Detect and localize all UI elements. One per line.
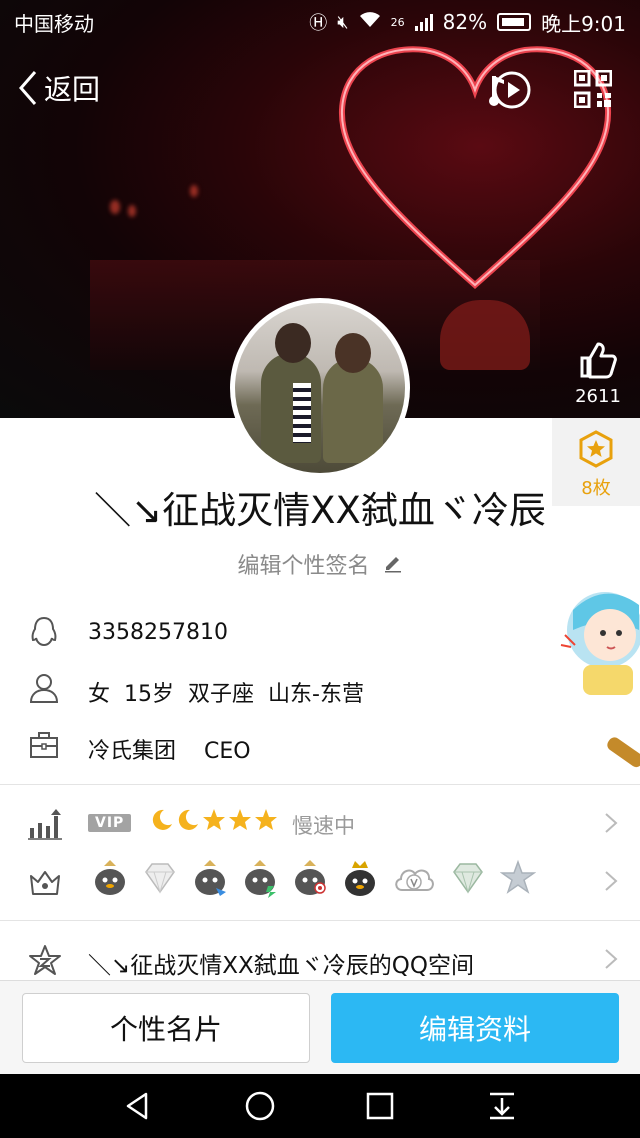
speed-status: 慢速中 (292, 814, 355, 838)
battery-icon (497, 13, 532, 31)
diamond-green-icon (453, 863, 483, 894)
signal-bars-icon (414, 14, 433, 31)
top-nav: 返回 (0, 60, 640, 116)
personal-info: 女 15岁 双子座 山东-东营 (88, 676, 364, 708)
notification-pull-icon[interactable] (484, 1088, 520, 1124)
gender: 女 (88, 682, 111, 707)
level-icons (150, 808, 278, 832)
briefcase-icon (30, 732, 58, 758)
star-gray-icon (500, 859, 536, 894)
system-nav-bar (0, 1074, 640, 1138)
moon-icon (178, 809, 198, 830)
battery-percent: 82% (442, 10, 488, 34)
penguin-eye-icon (295, 860, 326, 895)
chevron-right-icon (605, 871, 618, 891)
like-count: 2611 (575, 386, 621, 407)
profile-card-button[interactable]: 个性名片 (22, 993, 310, 1063)
penguin-blue-icon (195, 860, 226, 896)
edit-signature-button[interactable]: 编辑个性签名 (0, 548, 640, 580)
medal-star-icon (579, 430, 613, 468)
penguin-crown-icon (345, 861, 375, 896)
crown-icon (30, 871, 60, 895)
clock: 晚上9:01 (541, 11, 626, 36)
pencil-icon (384, 557, 401, 573)
home-circle-icon[interactable] (242, 1088, 278, 1124)
age: 15岁 (124, 682, 175, 707)
qq-number: 3358257810 (88, 620, 228, 645)
section-divider (0, 784, 640, 785)
company-row: 冷氏集团 CEO (0, 717, 640, 773)
badges-row[interactable] (0, 852, 640, 912)
carrier-label: 中国移动 (14, 11, 94, 36)
vip-badge: VIP (88, 814, 132, 832)
cloud-v-icon (395, 869, 434, 891)
penguin-green-icon (245, 860, 276, 898)
zodiac: 双子座 (188, 682, 255, 707)
penguin-icon (31, 616, 57, 647)
like-button[interactable]: 2611 (570, 340, 626, 407)
diamond-icon (145, 863, 175, 894)
cover-light (128, 205, 136, 217)
nickname: ＼↘征战灭情XX弑血ヾ冷辰 (94, 489, 546, 532)
personal-info-row: 女 15岁 双子座 山东-东营 (0, 660, 640, 716)
back-button[interactable]: 返回 (18, 68, 100, 108)
back-label: 返回 (44, 73, 101, 106)
chevron-left-icon (19, 71, 37, 105)
cover-light (190, 185, 198, 197)
edit-profile-button[interactable]: 编辑资料 (331, 993, 619, 1063)
star-icon (229, 809, 251, 830)
badge-list (92, 858, 536, 898)
hd-icon: Ⓗ (309, 13, 328, 34)
avatar[interactable] (230, 298, 410, 478)
signature-label: 编辑个性签名 (237, 554, 370, 579)
recents-square-icon[interactable] (362, 1088, 398, 1124)
star-icon (255, 809, 277, 830)
section-divider (0, 920, 640, 921)
avatar-photo (235, 303, 405, 473)
cover-light (110, 200, 120, 214)
thumbs-up-icon (580, 342, 617, 379)
action-bar: 个性名片 编辑资料 (0, 980, 640, 1074)
qzone-star-icon (29, 945, 61, 975)
chevron-right-icon (605, 813, 618, 833)
person-icon (29, 674, 59, 703)
company-info: 冷氏集团 CEO (88, 733, 251, 765)
back-triangle-icon[interactable] (120, 1088, 156, 1124)
mute-icon: 🔇︎ (337, 11, 349, 33)
wifi-icon (359, 11, 381, 34)
company: 冷氏集团 (88, 739, 177, 764)
music-play-icon[interactable] (488, 68, 532, 112)
chevron-right-icon (605, 949, 618, 969)
qzone-label: ＼↘征战灭情XX弑血ヾ冷辰的QQ空间 (88, 953, 474, 979)
penguin-gold-icon (95, 860, 125, 895)
location: 山东-东营 (268, 682, 364, 707)
level-chart-icon (28, 809, 62, 840)
moon-icon (152, 809, 172, 830)
qr-code-icon[interactable] (574, 70, 612, 108)
star-icon (203, 809, 225, 830)
cover-person (440, 300, 530, 370)
signal-icon: 26 (390, 15, 405, 29)
status-bar: 中国移动 Ⓗ 🔇︎ 26 82% 晚上9:01 (0, 0, 640, 44)
vip-level-row[interactable]: VIP 慢速中 (0, 794, 640, 854)
qq-number-row: 3358257810 (0, 604, 640, 660)
job-title: CEO (204, 739, 251, 764)
